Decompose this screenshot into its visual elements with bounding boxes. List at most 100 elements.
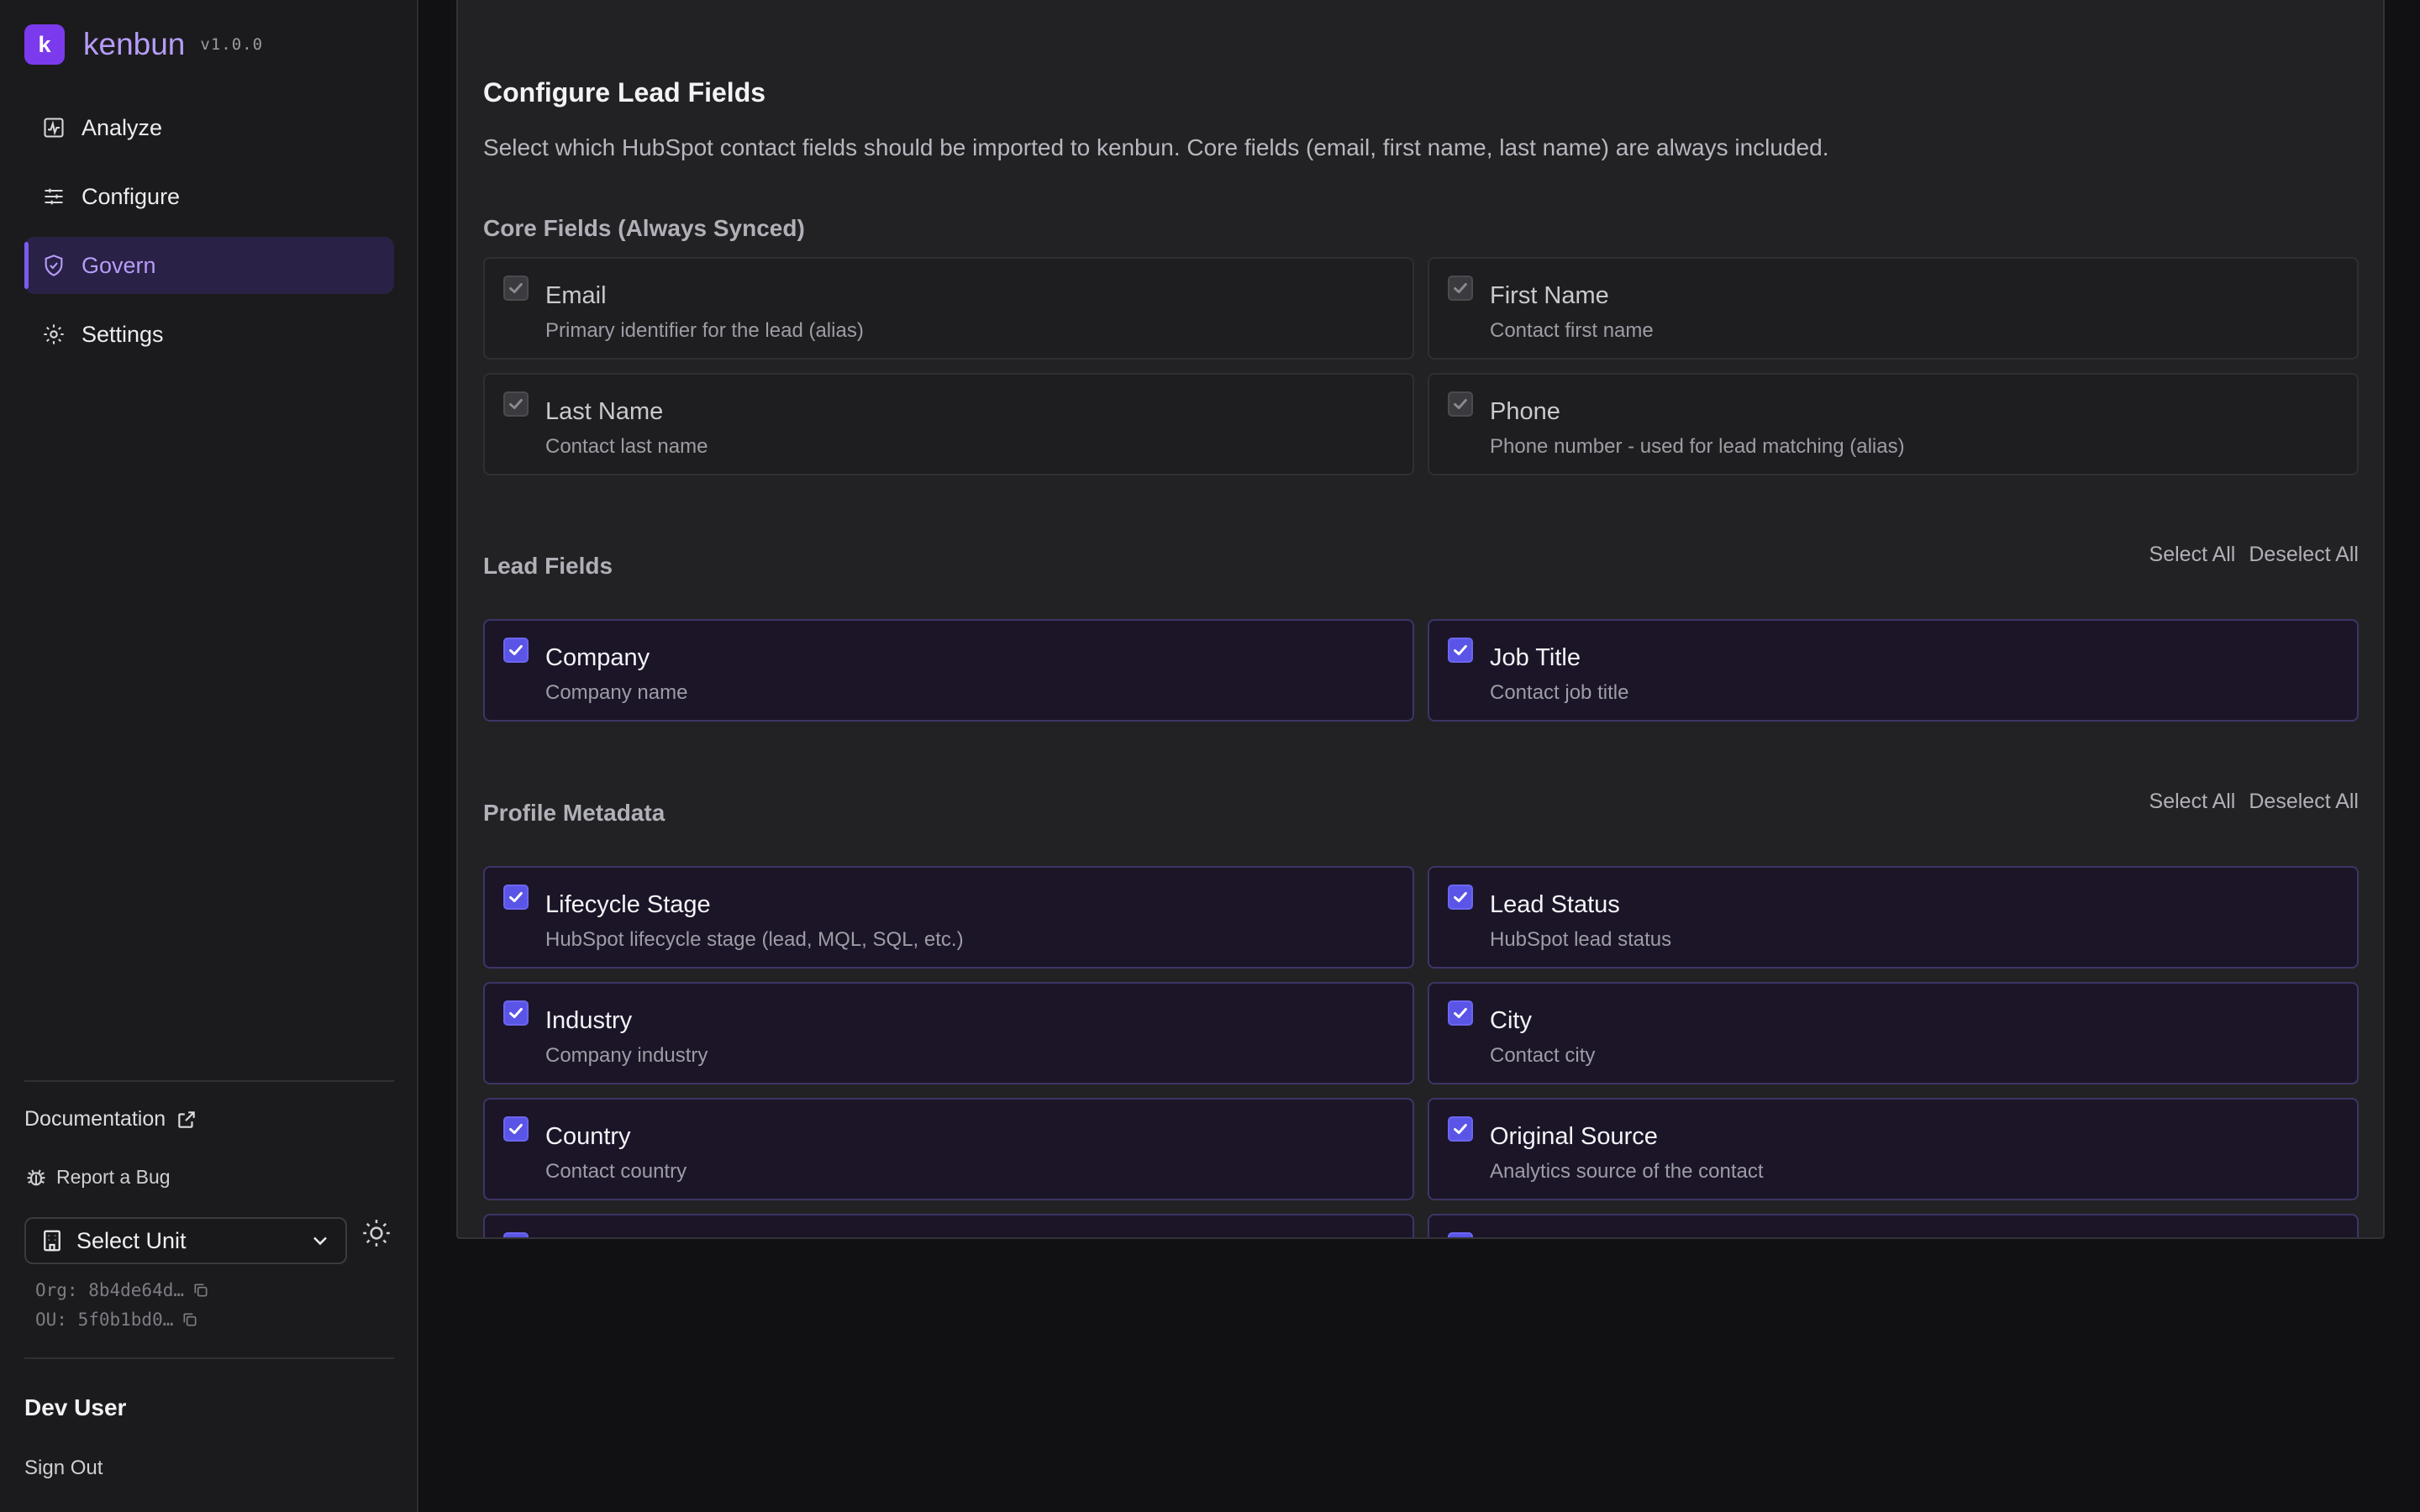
field-description: Company industry <box>545 1044 708 1067</box>
field-label: Email <box>545 282 607 309</box>
check-icon <box>509 1007 523 1019</box>
check-icon <box>509 1123 523 1135</box>
unit-select[interactable]: Select Unit <box>24 1217 347 1264</box>
report-bug-link[interactable]: Report a Bug <box>24 1165 171 1189</box>
checkbox[interactable] <box>503 638 529 663</box>
check-icon <box>507 1236 525 1239</box>
gear-icon <box>41 322 66 347</box>
building-icon <box>39 1228 65 1253</box>
field-description: Contact last name <box>545 435 708 458</box>
check-icon <box>1454 1007 1467 1019</box>
field-card: Last Name Contact last name <box>483 373 1414 475</box>
field-label: Lead Status <box>1490 891 1620 918</box>
bug-icon <box>24 1165 48 1189</box>
field-card: First Name Contact first name <box>1428 257 2359 360</box>
checkbox-disabled <box>1448 391 1473 417</box>
field-label: Lifecycle Stage <box>545 891 711 918</box>
checkbox-disabled <box>503 276 529 301</box>
checkbox[interactable] <box>503 1116 529 1142</box>
checkbox[interactable] <box>1448 1000 1473 1026</box>
nav-label-configure: Configure <box>82 183 181 209</box>
checkbox[interactable] <box>1448 885 1473 910</box>
deselect-all-button[interactable]: Deselect All <box>2249 543 2359 567</box>
theme-toggle-button[interactable] <box>360 1218 393 1252</box>
check-icon <box>1454 282 1467 294</box>
checkbox[interactable] <box>1448 1232 1473 1239</box>
field-label: First Name <box>1490 282 1609 309</box>
deselect-all-button[interactable]: Deselect All <box>2249 790 2359 814</box>
field-card[interactable]: Industry Company industry <box>483 982 1414 1084</box>
field-description: Company name <box>545 681 688 704</box>
sliders-icon <box>41 184 66 209</box>
documentation-link[interactable]: Documentation <box>24 1107 197 1131</box>
field-card[interactable]: Company Company name <box>483 619 1414 722</box>
field-card[interactable]: Lifecycle Stage HubSpot lifecycle stage (… <box>483 866 1414 969</box>
sidebar-divider <box>24 1080 394 1082</box>
select-all-button[interactable]: Select All <box>2149 790 2236 814</box>
main-nav: Analyze Configure Govern Settings <box>24 99 394 375</box>
field-label: Country <box>545 1123 631 1150</box>
checkbox[interactable] <box>503 885 529 910</box>
check-icon <box>509 282 523 294</box>
field-card[interactable]: City Contact city <box>1428 982 2359 1084</box>
check-icon <box>509 398 523 410</box>
check-icon <box>509 891 523 903</box>
field-label: Job Title <box>1490 644 1581 671</box>
field-card[interactable]: Lead Status HubSpot lead status <box>1428 866 2359 969</box>
copy-icon[interactable] <box>182 1311 198 1328</box>
page-title: Configure Lead Fields <box>483 77 766 108</box>
copy-icon[interactable] <box>192 1282 209 1299</box>
field-card[interactable]: Original Source Analytics source of the c… <box>1428 1098 2359 1200</box>
nav-item-settings[interactable]: Settings <box>24 306 394 363</box>
field-description: Contact country <box>545 1160 687 1183</box>
profile-metadata-actions: Select All Deselect All <box>2149 790 2359 814</box>
nav-item-govern[interactable]: Govern <box>24 237 394 294</box>
report-bug-label: Report a Bug <box>56 1165 171 1188</box>
page-description: Select which HubSpot contact fields shou… <box>483 134 1829 160</box>
app-version: v1.0.0 <box>200 35 264 54</box>
field-card[interactable] <box>1428 1214 2359 1239</box>
ou-id: OU: 5f0b1bd0… <box>35 1310 198 1330</box>
field-description: Analytics source of the contact <box>1490 1160 1764 1183</box>
check-icon <box>509 644 523 656</box>
field-description: Contact city <box>1490 1044 1596 1067</box>
external-link-icon <box>176 1109 197 1131</box>
kenbun-logo: k <box>24 24 65 65</box>
analyze-icon <box>41 115 66 140</box>
field-card: Phone Phone number - used for lead matchi… <box>1428 373 2359 475</box>
nav-label-analyze: Analyze <box>82 114 163 140</box>
lead-fields-grid: Company Company name Job Title Contact job … <box>483 619 2359 722</box>
sign-out-button[interactable]: Sign Out <box>24 1457 103 1480</box>
check-icon <box>1454 644 1467 656</box>
checkbox[interactable] <box>503 1232 529 1239</box>
checkbox-disabled <box>1448 276 1473 301</box>
unit-select-value: Select Unit <box>76 1227 187 1253</box>
field-description: Contact first name <box>1490 319 1654 342</box>
field-card[interactable]: Country Contact country <box>483 1098 1414 1200</box>
checkbox[interactable] <box>1448 638 1473 663</box>
field-description: Contact job title <box>1490 681 1629 704</box>
select-all-button[interactable]: Select All <box>2149 543 2236 567</box>
nav-item-analyze[interactable]: Analyze <box>24 99 394 156</box>
org-id-text: Org: 8b4de64d… <box>35 1280 185 1300</box>
field-card[interactable] <box>483 1214 1414 1239</box>
checkbox[interactable] <box>503 1000 529 1026</box>
chevron-down-icon <box>308 1229 332 1252</box>
nav-label-govern: Govern <box>82 252 156 278</box>
checkbox[interactable] <box>1448 1116 1473 1142</box>
section-title-lead: Lead Fields <box>483 553 613 579</box>
brand[interactable]: k kenbun v1.0.0 <box>24 24 263 65</box>
sidebar: k kenbun v1.0.0 Analyze Configure Govern <box>0 0 418 1512</box>
nav-item-configure[interactable]: Configure <box>24 168 394 225</box>
field-label: Last Name <box>545 398 664 425</box>
field-card[interactable]: Job Title Contact job title <box>1428 619 2359 722</box>
section-title-core: Core Fields (Always Synced) <box>483 215 805 241</box>
field-label: Original Source <box>1490 1123 1658 1150</box>
sun-icon <box>360 1217 392 1253</box>
user-name: Dev User <box>24 1394 127 1420</box>
core-fields-grid: Email Primary identifier for the lead (al… <box>483 257 2359 475</box>
check-icon <box>1454 398 1467 410</box>
check-icon <box>1451 1236 1470 1239</box>
nav-label-settings: Settings <box>82 321 164 347</box>
sidebar-divider <box>24 1357 394 1359</box>
